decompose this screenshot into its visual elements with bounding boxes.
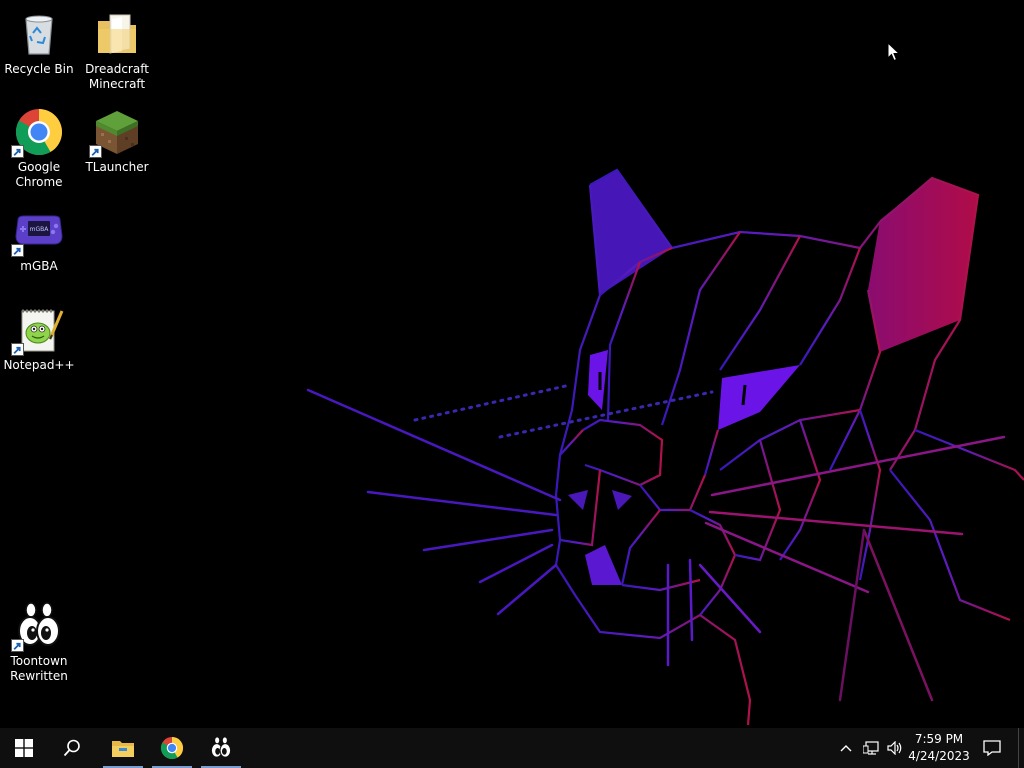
clock-time: 7:59 PM (914, 732, 964, 746)
show-hidden-icons-button[interactable] (836, 728, 856, 768)
volume-tray-button[interactable] (884, 728, 906, 768)
shortcut-arrow-icon (89, 145, 102, 158)
taskbar-clock[interactable]: 7:59 PM 4/24/2023 (908, 728, 970, 768)
shortcut-arrow-icon (11, 639, 24, 652)
svg-text:mGBA: mGBA (30, 226, 50, 233)
desktop-icon-google-chrome[interactable]: Google Chrome (1, 106, 77, 190)
search-icon (63, 739, 80, 757)
action-center-button[interactable] (976, 728, 1008, 768)
taskbar-chrome[interactable] (150, 728, 194, 768)
search-button[interactable] (48, 728, 96, 768)
taskbar: 7:59 PM 4/24/2023 (0, 728, 1024, 768)
desktop-icon-tlauncher[interactable]: TLauncher (79, 106, 155, 175)
taskbar-toontown[interactable] (199, 728, 243, 768)
toontown-icon (11, 600, 65, 652)
action-center-icon (983, 740, 1001, 756)
desktop-icon-toontown-rewritten[interactable]: Toontown Rewritten (1, 600, 77, 684)
network-icon (863, 741, 879, 755)
chevron-up-icon (840, 745, 852, 752)
windows-start-icon (15, 739, 33, 757)
desktop-icon-mgba[interactable]: mGBA mGBA (1, 205, 77, 274)
folder-icon (91, 8, 143, 60)
toontown-icon (210, 736, 232, 758)
chrome-icon (160, 736, 184, 760)
chrome-icon (11, 106, 65, 158)
desktop-icon-notepad-plus-plus[interactable]: Notepad++ (1, 304, 77, 373)
gameboy-advance-icon: mGBA (11, 205, 65, 257)
desktop-icon-dreadcraft-minecraft[interactable]: Dreadcraft Minecraft (79, 8, 155, 92)
desktop-icon-label: Dreadcraft Minecraft (85, 62, 149, 91)
clock-date: 4/24/2023 (908, 749, 970, 763)
desktop-icon-label: Recycle Bin (4, 62, 74, 76)
shortcut-arrow-icon (11, 244, 24, 257)
recycle-bin-icon (13, 8, 65, 60)
shortcut-arrow-icon (11, 343, 24, 356)
taskbar-file-explorer[interactable] (101, 728, 145, 768)
grass-block-icon (89, 106, 143, 158)
notepad-plus-plus-icon (11, 304, 65, 356)
network-tray-button[interactable] (860, 728, 882, 768)
volume-icon (887, 741, 902, 755)
start-button[interactable] (0, 728, 48, 768)
shortcut-arrow-icon (11, 145, 24, 158)
desktop-icon-label: mGBA (20, 259, 58, 273)
mouse-cursor-icon (887, 42, 901, 62)
file-explorer-icon (112, 741, 134, 757)
show-desktop-button[interactable] (1018, 728, 1024, 768)
desktop-icon-recycle-bin[interactable]: Recycle Bin (1, 8, 77, 77)
